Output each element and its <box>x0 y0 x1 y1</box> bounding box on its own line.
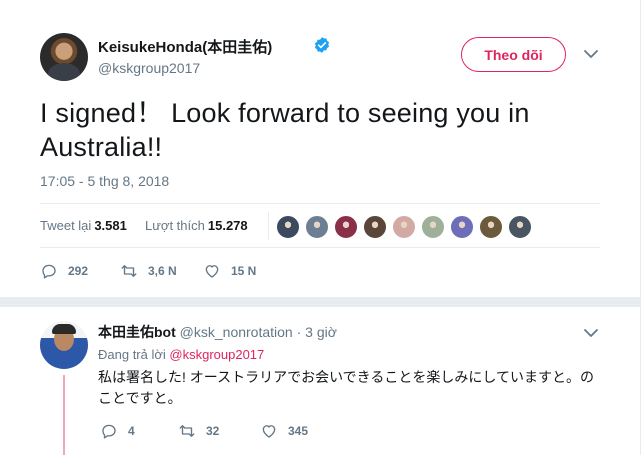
liker-avatar[interactable] <box>305 215 329 239</box>
reply-author-avatar[interactable] <box>40 321 88 369</box>
retweet-icon <box>179 425 195 437</box>
like-action[interactable]: 15 N <box>203 262 256 280</box>
liker-avatar[interactable] <box>421 215 445 239</box>
author-avatar[interactable] <box>40 33 88 81</box>
liker-avatar[interactable] <box>392 215 416 239</box>
liker-avatar[interactable] <box>363 215 387 239</box>
reply-count: 4 <box>128 424 135 438</box>
liker-avatar[interactable] <box>276 215 300 239</box>
retweet-count: 32 <box>206 424 220 438</box>
reply-author-handle[interactable]: @ksk_nonrotation <box>180 324 293 340</box>
retweet-action[interactable]: 3,6 N <box>120 262 177 280</box>
replying-to-mention[interactable]: @kskgroup2017 <box>169 347 264 362</box>
retweet-count: 3,6 N <box>148 264 177 278</box>
heart-icon <box>205 265 219 278</box>
reply-time[interactable]: 3 giờ <box>305 324 337 340</box>
retweet-stat[interactable]: Tweet lại 3.581 <box>40 218 127 233</box>
like-count: 345 <box>288 424 309 438</box>
tweet-timestamp[interactable]: 17:05 - 5 thg 8, 2018 <box>40 173 169 189</box>
like-action[interactable]: 345 <box>260 422 308 440</box>
liker-avatar[interactable] <box>450 215 474 239</box>
liker-avatar[interactable] <box>508 215 532 239</box>
reply-separator: · <box>296 324 302 340</box>
retweet-icon <box>121 265 137 277</box>
chevron-down-icon[interactable] <box>583 47 599 61</box>
follow-button[interactable]: Theo dõi <box>461 37 566 72</box>
chevron-down-icon[interactable] <box>583 326 599 340</box>
like-count: 15 N <box>231 264 257 278</box>
like-stat-label: Lượt thích <box>145 218 205 233</box>
like-stat-count: 15.278 <box>207 218 248 233</box>
retweet-stat-count: 3.581 <box>94 218 127 233</box>
reply-header: 本田圭佑bot @ksk_nonrotation · 3 giờ <box>98 322 337 342</box>
reply-count: 292 <box>68 264 89 278</box>
reply-icon <box>42 264 56 279</box>
retweet-action[interactable]: 32 <box>178 422 219 440</box>
reply-action[interactable]: 4 <box>100 422 135 440</box>
retweet-stat-label: Tweet lại <box>40 218 92 233</box>
reply-action[interactable]: 292 <box>40 262 88 280</box>
replying-to: Đang trả lời @kskgroup2017 <box>98 347 264 362</box>
author-handle[interactable]: @kskgroup2017 <box>98 60 200 76</box>
heart-icon <box>262 425 276 438</box>
like-stat[interactable]: Lượt thích 15.278 <box>145 218 248 233</box>
tweet-permalink-container: KeisukeHonda(本田圭佑) @kskgroup2017 Theo dõ… <box>0 0 641 455</box>
reply-text: 私は署名した! オーストラリアでお会いできることを楽しみにしていますと。のことで… <box>98 369 594 406</box>
tweet-stats: Tweet lại 3.581 Lượt thích 15.278 <box>40 203 600 248</box>
author-name[interactable]: KeisukeHonda(本田圭佑) <box>98 36 272 57</box>
replying-to-label: Đang trả lời <box>98 347 166 362</box>
section-divider <box>0 297 640 307</box>
reply-icon <box>102 424 116 439</box>
liker-avatar[interactable] <box>479 215 503 239</box>
reply-author-name[interactable]: 本田圭佑bot <box>98 324 176 340</box>
verified-badge-icon <box>314 37 330 53</box>
liker-avatar[interactable] <box>334 215 358 239</box>
stats-divider <box>268 212 269 240</box>
tweet-text: I signed！ Look forward to seeing you in … <box>40 98 530 162</box>
thread-connector-line <box>63 375 65 455</box>
